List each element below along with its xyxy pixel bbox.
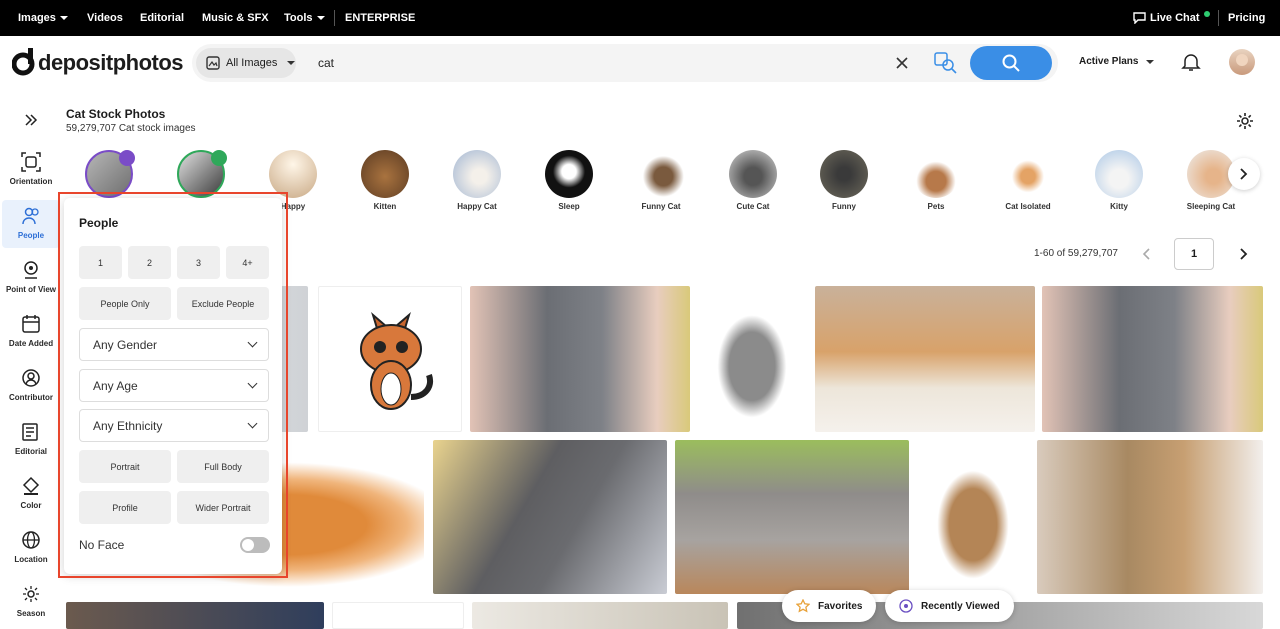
chip-pets[interactable]: Pets: [904, 150, 968, 211]
page-title: Cat Stock Photos: [66, 107, 166, 121]
result-range: 1-60 of 59,279,707: [1034, 248, 1118, 259]
point-of-view-icon: [24, 261, 38, 279]
image-tile[interactable]: [1037, 440, 1263, 594]
chip-sleep[interactable]: Sleep: [537, 150, 601, 211]
active-plans-menu[interactable]: Active Plans: [1079, 56, 1155, 67]
clear-icon[interactable]: [896, 57, 908, 69]
image-icon: [206, 56, 220, 70]
recently-viewed-button[interactable]: Recently Viewed: [885, 590, 1014, 622]
rail-editorial[interactable]: Editorial: [0, 416, 62, 464]
image-tile[interactable]: [472, 602, 728, 629]
nav-divider: [1218, 10, 1219, 26]
eye-icon: [899, 599, 913, 613]
camera-icon: [119, 150, 135, 166]
nav-music-sfx[interactable]: Music & SFX: [202, 12, 269, 24]
season-icon: [23, 586, 39, 602]
category-select[interactable]: All Images: [196, 48, 296, 78]
expand-filters-icon[interactable]: [24, 114, 38, 126]
nav-pricing[interactable]: Pricing: [1228, 12, 1265, 24]
chip-kitten[interactable]: Kitten: [353, 150, 417, 211]
image-tile[interactable]: [66, 602, 324, 629]
result-count: 59,279,707 Cat stock images: [66, 123, 196, 134]
page-number-input[interactable]: 1: [1174, 238, 1214, 270]
editorial-icon: [22, 423, 38, 441]
chip-happy-cat[interactable]: Happy Cat: [445, 150, 509, 211]
prev-page-icon[interactable]: [1142, 248, 1152, 260]
top-nav: Images Videos Editorial Music & SFX Tool…: [0, 0, 1280, 36]
chat-icon: [1133, 12, 1146, 24]
header: depositphotos All Images cat Active Plan…: [0, 36, 1280, 90]
orientation-icon: [21, 152, 41, 172]
rail-location[interactable]: Location: [0, 524, 62, 572]
calendar-icon: [22, 315, 40, 333]
image-tile[interactable]: [1042, 286, 1263, 432]
image-tile[interactable]: [815, 286, 1035, 432]
online-status-dot: [1203, 11, 1210, 17]
rail-people[interactable]: People: [2, 200, 60, 248]
nav-images[interactable]: Images: [18, 12, 68, 24]
search-icon: [1002, 54, 1020, 72]
chip-cat-isolated[interactable]: Cat Isolated: [996, 150, 1060, 211]
paint-bucket-icon: [22, 476, 40, 495]
contributor-icon: [22, 369, 40, 387]
search-button[interactable]: [970, 46, 1052, 80]
rail-color[interactable]: Color: [0, 470, 62, 518]
image-tile[interactable]: [433, 440, 667, 594]
image-tile[interactable]: [332, 602, 464, 629]
search-input[interactable]: cat: [318, 56, 334, 70]
visual-search-icon[interactable]: [934, 52, 958, 74]
star-icon: [796, 599, 810, 613]
rail-contributor[interactable]: Contributor: [0, 362, 62, 410]
image-tile[interactable]: [470, 286, 690, 432]
chevron-down-icon: [59, 16, 68, 20]
nav-divider: [334, 10, 335, 26]
rail-orientation[interactable]: Orientation: [0, 146, 62, 194]
globe-icon: [22, 531, 40, 549]
chips-next-button[interactable]: [1228, 158, 1260, 190]
nav-enterprise[interactable]: ENTERPRISE: [345, 12, 415, 24]
rail-date-added[interactable]: Date Added: [0, 308, 62, 356]
chip-cute-cat[interactable]: Cute Cat: [721, 150, 785, 211]
image-tile[interactable]: [698, 286, 806, 432]
chevron-right-icon: [1240, 168, 1248, 180]
image-tile-cartoon-cat[interactable]: [318, 286, 462, 432]
next-page-icon[interactable]: [1238, 248, 1248, 260]
nav-videos[interactable]: Videos: [87, 12, 123, 24]
depositphotos-logo-icon[interactable]: [12, 48, 36, 76]
chip-kitty[interactable]: Kitty: [1087, 150, 1151, 211]
chevron-down-icon: [287, 61, 296, 65]
nav-tools[interactable]: Tools: [284, 12, 325, 24]
search-bar: All Images cat: [192, 44, 1058, 82]
edit-icon: [211, 150, 227, 166]
chevron-down-icon: [1146, 59, 1155, 64]
image-tile[interactable]: [675, 440, 909, 594]
bell-icon[interactable]: [1181, 52, 1201, 72]
logo-text[interactable]: depositphotos: [38, 50, 184, 76]
image-tile[interactable]: [917, 440, 1029, 594]
rail-point-of-view[interactable]: Point of View: [0, 254, 62, 302]
favorites-button[interactable]: Favorites: [782, 590, 877, 622]
avatar[interactable]: [1229, 49, 1255, 75]
selection-highlight: [58, 192, 288, 578]
chip-funny-cat[interactable]: Funny Cat: [629, 150, 693, 211]
people-icon: [22, 207, 39, 225]
chip-funny[interactable]: Funny: [812, 150, 876, 211]
live-chat-link[interactable]: Live Chat: [1133, 11, 1210, 24]
nav-editorial[interactable]: Editorial: [140, 12, 184, 24]
chevron-down-icon: [316, 16, 325, 20]
rail-season[interactable]: Season: [0, 578, 62, 629]
settings-gear-icon[interactable]: [1236, 112, 1254, 130]
cartoon-cat-illustration: [360, 312, 433, 410]
